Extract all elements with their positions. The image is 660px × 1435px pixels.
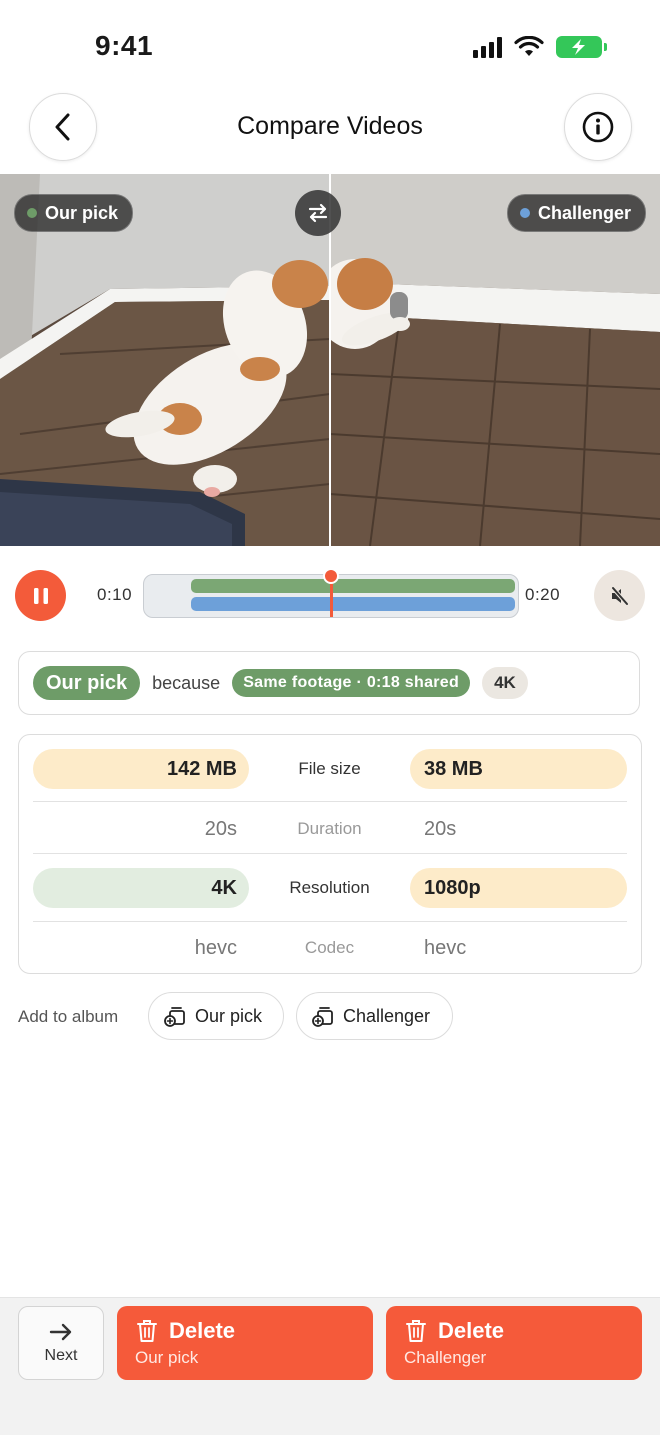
duration-label: Duration (297, 819, 362, 838)
end-time: 0:20 (525, 585, 561, 604)
reason-card: Our pick because Same footage · 0:18 sha… (18, 651, 640, 715)
add-to-album-icon (164, 1007, 185, 1027)
stat-row-resolution: 4K Resolution 1080p (33, 868, 627, 908)
reason-pick-badge: Our pick (33, 666, 141, 700)
reason-footage-badge: Same footage · 0:18 shared (232, 669, 471, 697)
resolution-our-pick: 4K (33, 868, 249, 908)
info-button[interactable] (564, 93, 632, 161)
playhead-knob[interactable] (323, 568, 339, 584)
label-challenger: Challenger (506, 194, 646, 232)
status-bar: 9:41 (0, 0, 660, 90)
delete-challenger-sublabel: Challenger (404, 1348, 487, 1367)
row-divider (33, 853, 627, 854)
resolution-label: Resolution (289, 878, 370, 897)
pause-icon (33, 587, 48, 604)
file-size-our-pick: 142 MB (33, 749, 249, 789)
pause-button[interactable] (15, 570, 66, 621)
row-divider (33, 801, 627, 802)
add-to-album-row: Add to album Our pick Challenger (18, 992, 642, 1042)
timeline-scrubber[interactable] (143, 568, 519, 618)
codec-challenger: hevc (424, 937, 467, 959)
label-challenger-text: Challenger (537, 202, 631, 223)
cellular-signal-icon (473, 36, 502, 58)
codec-label: Codec (304, 938, 355, 957)
current-time: 0:10 (97, 585, 133, 604)
trash-icon (406, 1320, 426, 1342)
status-time: 9:41 (95, 30, 154, 61)
label-our-pick: Our pick (14, 194, 134, 232)
file-size-label: File size (298, 759, 361, 778)
reason-because-text: because (152, 672, 221, 693)
add-our-pick-label: Our pick (195, 1005, 263, 1026)
stat-row-duration: 20s Duration 20s (33, 809, 627, 849)
stat-row-file-size: 142 MB File size 38 MB (33, 749, 627, 789)
nav-bar: Compare Videos (0, 90, 660, 174)
trash-icon (137, 1320, 157, 1342)
mute-button[interactable] (594, 570, 645, 621)
track-our-pick (191, 579, 515, 593)
add-to-album-icon (312, 1007, 333, 1027)
delete-challenger-button[interactable]: Delete Challenger (386, 1306, 642, 1380)
swap-button[interactable] (295, 190, 341, 236)
next-button[interactable]: Next (18, 1306, 104, 1380)
add-to-album-label: Add to album (18, 1007, 119, 1026)
arrow-right-icon (49, 1323, 72, 1341)
row-divider (33, 921, 627, 922)
page-title: Compare Videos (237, 112, 423, 140)
duration-challenger: 20s (424, 818, 457, 840)
speaker-muted-icon (610, 586, 629, 605)
next-label: Next (44, 1347, 78, 1364)
track-challenger (191, 597, 515, 611)
playback-controls: 0:10 0:20 (0, 546, 660, 646)
add-challenger-label: Challenger (343, 1005, 431, 1026)
add-our-pick-to-album-button[interactable]: Our pick (148, 992, 284, 1040)
resolution-challenger: 1080p (410, 868, 627, 908)
bottom-action-bar: Next Delete Our pick Delete Challenger (0, 1297, 660, 1435)
video-comparison[interactable]: Our pick Challenger (0, 174, 660, 546)
file-size-challenger: 38 MB (410, 749, 627, 789)
stats-table: 142 MB File size 38 MB 20s Duration 20s … (18, 734, 642, 974)
codec-our-pick: hevc (194, 937, 237, 959)
delete-label: Delete (169, 1318, 236, 1343)
reason-quality-badge: 4K (482, 667, 528, 699)
wifi-icon (514, 36, 544, 56)
info-icon (582, 111, 614, 143)
delete-our-pick-button[interactable]: Delete Our pick (117, 1306, 373, 1380)
challenger-dot (519, 208, 530, 218)
battery-charging-icon (556, 36, 607, 58)
swap-arrows-icon (308, 203, 328, 223)
label-our-pick-text: Our pick (45, 202, 119, 223)
duration-our-pick: 20s (204, 818, 237, 840)
status-icons (473, 36, 607, 58)
stat-row-codec: hevc Codec hevc (33, 928, 627, 968)
delete-our-pick-sublabel: Our pick (135, 1348, 199, 1367)
add-challenger-to-album-button[interactable]: Challenger (296, 992, 453, 1040)
delete-label: Delete (438, 1318, 505, 1343)
our-pick-dot (27, 208, 37, 218)
